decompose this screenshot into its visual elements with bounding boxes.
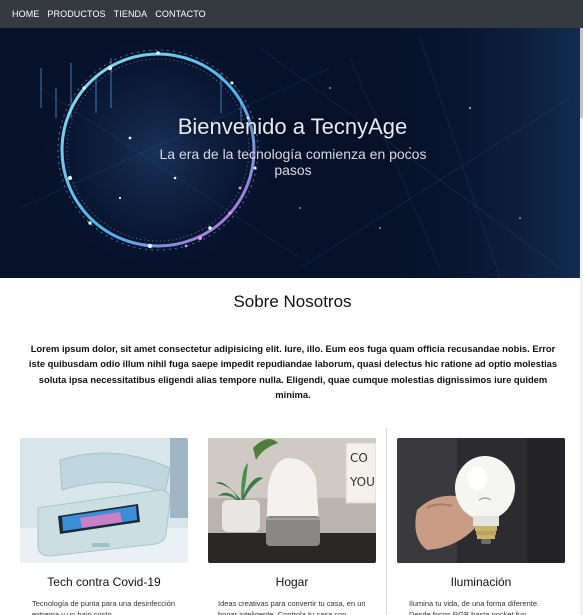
card-iluminacion[interactable]: Iluminación Ilumina tu vida, de una form… bbox=[386, 428, 574, 615]
about-title: Sobre Nosotros bbox=[233, 292, 352, 311]
card-hogar-desc: Ideas creativas para convertir tu casa, … bbox=[218, 599, 366, 615]
card-covid[interactable]: Tech contra Covid-19 Tecnología de punta… bbox=[10, 428, 198, 615]
about-text: Lorem ipsum dolor, sit amet consectetur … bbox=[28, 343, 558, 400]
top-navbar: HOME PRODUCTOS TIENDA CONTACTO bbox=[0, 0, 583, 28]
nav-productos-link[interactable]: PRODUCTOS bbox=[47, 9, 105, 19]
svg-text:YOU: YOU bbox=[349, 475, 375, 489]
nav-tienda-link[interactable]: TIENDA bbox=[114, 9, 148, 19]
svg-text:CO: CO bbox=[350, 451, 368, 465]
nav-home-link[interactable]: HOME bbox=[12, 9, 39, 19]
smart-speaker-image: CO YOU bbox=[208, 438, 376, 563]
card-covid-title: Tech contra Covid-19 bbox=[47, 575, 161, 589]
nav-contacto-link[interactable]: CONTACTO bbox=[155, 9, 205, 19]
led-bulb-image bbox=[397, 438, 565, 563]
card-covid-desc: Tecnología de punta para una desinfecció… bbox=[32, 599, 176, 615]
card-hogar-title: Hogar bbox=[275, 575, 309, 589]
hero-title: Bienvenido a TecnyAge bbox=[177, 114, 408, 139]
hero-banner: Bienvenido a TecnyAge La era de la tecno… bbox=[0, 28, 580, 278]
card-iluminacion-title: Iluminación bbox=[450, 575, 512, 589]
uv-sanitizer-image bbox=[20, 438, 188, 563]
card-hogar[interactable]: CO YOU Hogar Ideas creativas para conver… bbox=[198, 428, 386, 615]
category-cards: Tech contra Covid-19 Tecnología de punta… bbox=[10, 428, 576, 615]
card-iluminacion-desc: Ilumina tu vida, de una forma diferente.… bbox=[409, 599, 540, 615]
hero-subtitle: La era de la tecnología comienza en poco… bbox=[159, 146, 427, 178]
